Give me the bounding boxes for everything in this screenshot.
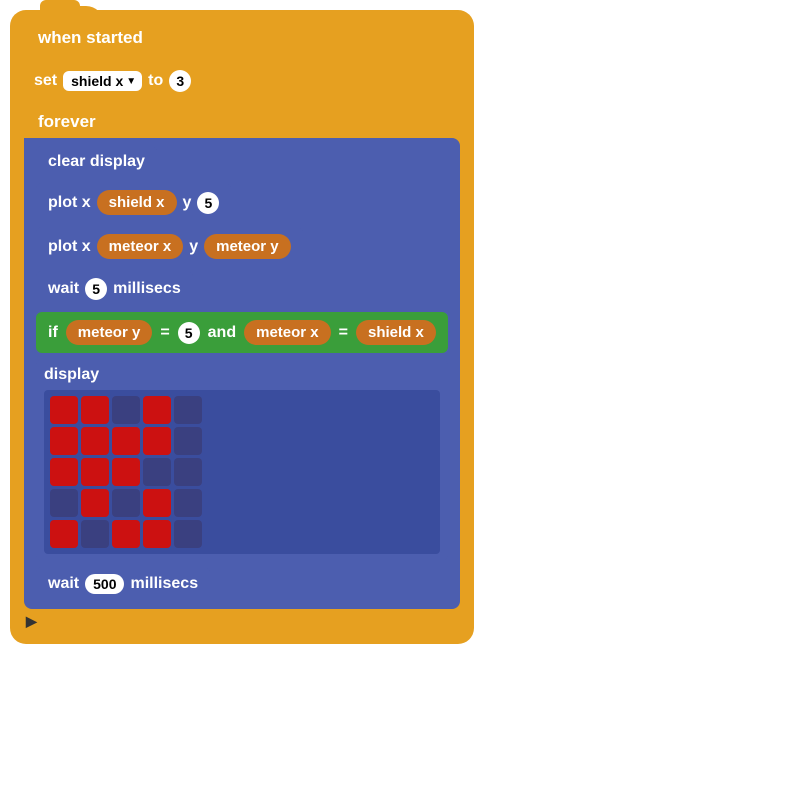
plot2-label: plot x xyxy=(48,238,91,256)
pixel-cell xyxy=(50,396,78,424)
if-label: if xyxy=(48,324,58,342)
and-label: and xyxy=(208,324,236,342)
pixel-cell xyxy=(50,458,78,486)
meteor-y-reporter2-label: meteor y xyxy=(78,324,141,341)
plot1-label: plot x xyxy=(48,194,91,212)
pixel-cell xyxy=(81,396,109,424)
meteor-y-reporter2[interactable]: meteor y xyxy=(66,320,153,345)
forever-block[interactable]: forever xyxy=(24,106,110,138)
plot2-block[interactable]: plot x meteor x y meteor y xyxy=(36,227,303,266)
forever-label: forever xyxy=(38,112,96,131)
pixel-cell xyxy=(81,520,109,548)
scratch-program: when started set shield x ▼ to 3 forever… xyxy=(10,10,770,644)
pixel-cell xyxy=(50,489,78,517)
meteor-y-reporter1-label: meteor y xyxy=(216,238,279,255)
shield-x-reporter1-label: shield x xyxy=(109,194,165,211)
plot2-y-label: y xyxy=(189,238,198,256)
pixel-cell xyxy=(174,489,202,517)
when-started-block[interactable]: when started xyxy=(24,20,157,56)
plot1-block[interactable]: plot x shield x y 5 xyxy=(36,183,231,222)
clear-display-label: clear display xyxy=(48,153,145,171)
when-started-label: when started xyxy=(38,28,143,47)
dropdown-arrow-icon: ▼ xyxy=(126,76,136,87)
shield-x-value: shield x xyxy=(71,73,123,89)
meteor-x-reporter2-label: meteor x xyxy=(256,324,319,341)
shield-x-reporter2-label: shield x xyxy=(368,324,424,341)
to-label: to xyxy=(148,72,163,90)
pixel-cell xyxy=(143,458,171,486)
pixel-cell xyxy=(112,427,140,455)
pixel-grid xyxy=(44,390,440,554)
wait1-value: 5 xyxy=(85,278,107,300)
eq2-label: = xyxy=(339,324,348,342)
pixel-cell xyxy=(174,427,202,455)
pixel-cell xyxy=(112,489,140,517)
meteor-x-reporter2[interactable]: meteor x xyxy=(244,320,331,345)
shield-x-reporter2[interactable]: shield x xyxy=(356,320,436,345)
meteor-y-reporter1[interactable]: meteor y xyxy=(204,234,291,259)
pixel-cell xyxy=(81,489,109,517)
display-label: display xyxy=(44,366,440,384)
meteor-x-reporter1-label: meteor x xyxy=(109,238,172,255)
pixel-cell xyxy=(174,458,202,486)
pixel-cell xyxy=(112,520,140,548)
set-label: set xyxy=(34,72,57,90)
shield-x-dropdown[interactable]: shield x ▼ xyxy=(63,71,142,91)
set-block[interactable]: set shield x ▼ to 3 xyxy=(24,64,201,98)
wait2-label: wait xyxy=(48,575,79,593)
pixel-cell xyxy=(50,427,78,455)
wait1-ms-label: millisecs xyxy=(113,280,181,298)
pixel-cell xyxy=(81,458,109,486)
arrow-indicator: ▶ xyxy=(24,613,460,630)
display-block: display xyxy=(36,358,448,562)
outer-orange-block: when started set shield x ▼ to 3 forever… xyxy=(10,10,474,644)
wait1-block[interactable]: wait 5 millisecs xyxy=(36,271,193,307)
shield-x-reporter1[interactable]: shield x xyxy=(97,190,177,215)
forever-inner: clear display plot x shield x y 5 plot x… xyxy=(24,138,460,609)
pixel-cell xyxy=(112,396,140,424)
set-value-badge: 3 xyxy=(169,70,191,92)
pixel-cell xyxy=(112,458,140,486)
pixel-cell xyxy=(81,427,109,455)
plot1-y-label: y xyxy=(183,194,192,212)
pixel-cell xyxy=(50,520,78,548)
pixel-cell xyxy=(174,396,202,424)
pixel-cell xyxy=(143,396,171,424)
eq1-value: 5 xyxy=(178,322,200,344)
pixel-cell xyxy=(143,489,171,517)
pixel-cell xyxy=(143,520,171,548)
wait2-block[interactable]: wait 500 millisecs xyxy=(36,567,210,601)
eq1-label: = xyxy=(160,324,169,342)
wait2-ms-label: millisecs xyxy=(130,575,198,593)
pixel-cell xyxy=(143,427,171,455)
if-block[interactable]: if meteor y = 5 and meteor x = shield x xyxy=(36,312,448,353)
wait1-label: wait xyxy=(48,280,79,298)
meteor-x-reporter1[interactable]: meteor x xyxy=(97,234,184,259)
wait2-value: 500 xyxy=(85,574,124,594)
clear-display-block[interactable]: clear display xyxy=(36,146,157,178)
plot1-y-value: 5 xyxy=(197,192,219,214)
pixel-cell xyxy=(174,520,202,548)
